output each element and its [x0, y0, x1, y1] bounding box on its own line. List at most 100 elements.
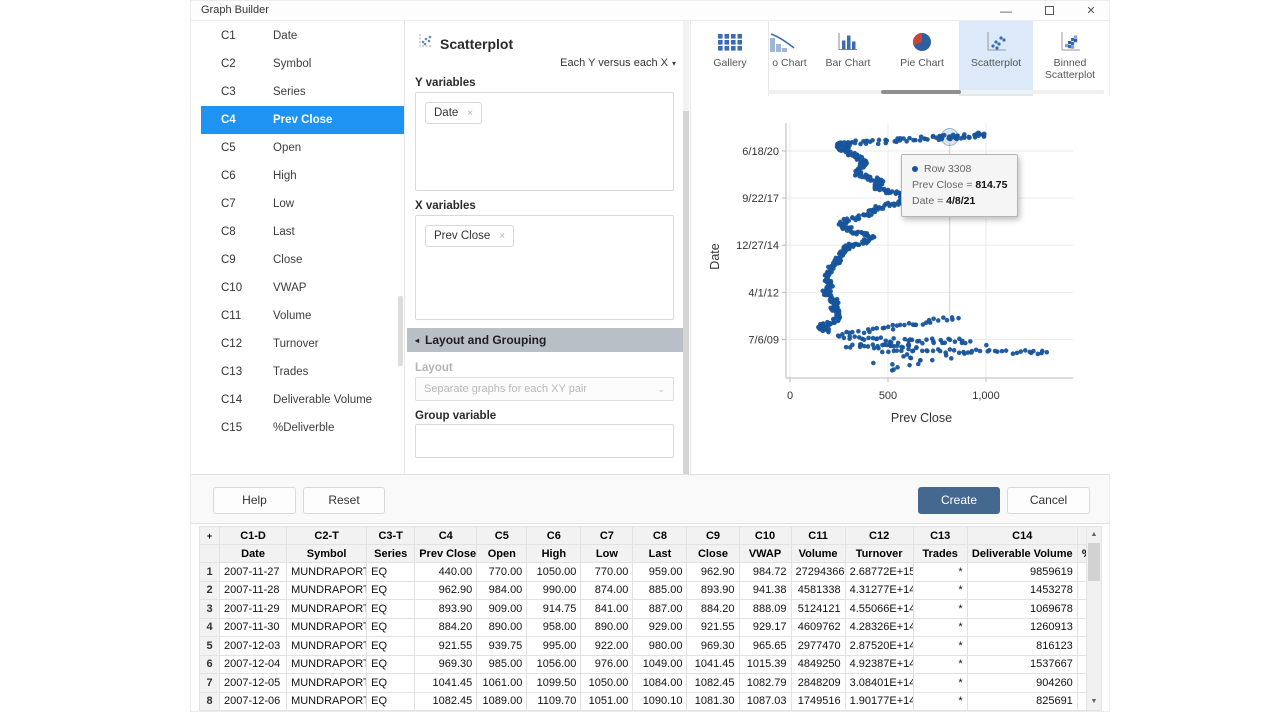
- worksheet-cell[interactable]: 1082.45: [687, 674, 739, 693]
- worksheet-cell[interactable]: EQ: [367, 581, 415, 600]
- worksheet-cell[interactable]: [1077, 618, 1086, 637]
- restore-button[interactable]: [1040, 2, 1058, 20]
- worksheet-cell[interactable]: *: [913, 655, 967, 674]
- row-number[interactable]: 4: [200, 618, 220, 637]
- column-header-name[interactable]: Date: [220, 545, 287, 563]
- worksheet-cell[interactable]: 1041.45: [687, 655, 739, 674]
- group-variable-box[interactable]: [415, 424, 674, 458]
- column-header-name[interactable]: Low: [581, 545, 633, 563]
- worksheet-cell[interactable]: 4849250: [791, 655, 845, 674]
- remove-chip-icon[interactable]: ×: [499, 231, 505, 242]
- y-variables-box[interactable]: Date×: [415, 92, 674, 191]
- column-header-name[interactable]: %D: [1077, 545, 1086, 563]
- worksheet-cell[interactable]: [1077, 692, 1086, 711]
- worksheet-cell[interactable]: *: [913, 600, 967, 619]
- worksheet-cell[interactable]: 1084.00: [633, 674, 687, 693]
- worksheet-scrollbar-thumb[interactable]: [1088, 543, 1100, 581]
- column-header-id[interactable]: C9: [687, 527, 739, 545]
- variable-chip-prev-close[interactable]: Prev Close×: [425, 225, 514, 247]
- reset-button[interactable]: Reset: [303, 487, 385, 514]
- worksheet-cell[interactable]: 1082.79: [739, 674, 791, 693]
- column-item-c15[interactable]: C15%Deliverble: [201, 414, 404, 442]
- worksheet-cell[interactable]: [1077, 637, 1086, 656]
- worksheet-cell[interactable]: 2007-11-28: [220, 581, 287, 600]
- worksheet-cell[interactable]: 914.75: [527, 600, 581, 619]
- worksheet-cell[interactable]: 980.00: [633, 637, 687, 656]
- worksheet-cell[interactable]: 939.75: [477, 637, 527, 656]
- worksheet-cell[interactable]: MUNDRAPORT: [287, 600, 367, 619]
- column-header-id[interactable]: C13: [913, 527, 967, 545]
- column-header-id[interactable]: C12: [845, 527, 913, 545]
- worksheet-cell[interactable]: 962.90: [415, 581, 477, 600]
- column-item-c7[interactable]: C7Low: [201, 190, 404, 218]
- worksheet-cell[interactable]: *: [913, 692, 967, 711]
- worksheet-cell[interactable]: [1077, 600, 1086, 619]
- column-item-c10[interactable]: C10VWAP: [201, 274, 404, 302]
- worksheet-cell[interactable]: 770.00: [477, 563, 527, 582]
- worksheet-cell[interactable]: *: [913, 618, 967, 637]
- row-number[interactable]: 3: [200, 600, 220, 619]
- worksheet-cell[interactable]: 1050.00: [527, 563, 581, 582]
- column-header-id[interactable]: C5: [477, 527, 527, 545]
- worksheet-cell[interactable]: 1056.00: [527, 655, 581, 674]
- worksheet-cell[interactable]: 1260913: [967, 618, 1077, 637]
- column-header-id[interactable]: C7: [581, 527, 633, 545]
- gallery-item-bar-chart[interactable]: Bar Chart: [811, 21, 885, 96]
- gallery-item-scatterplot[interactable]: Scatterplot: [959, 21, 1033, 96]
- worksheet-cell[interactable]: 893.90: [415, 600, 477, 619]
- worksheet-cell[interactable]: 1453278: [967, 581, 1077, 600]
- gallery-scrollbar[interactable]: [768, 90, 1104, 94]
- column-item-c6[interactable]: C6High: [201, 162, 404, 190]
- worksheet-cell[interactable]: 958.00: [527, 618, 581, 637]
- worksheet-cell[interactable]: 1051.00: [581, 692, 633, 711]
- worksheet-cell[interactable]: MUNDRAPORT: [287, 581, 367, 600]
- worksheet-scrollbar[interactable]: ▲ ▼: [1086, 526, 1102, 711]
- gallery-item-gallery[interactable]: Gallery: [693, 21, 767, 96]
- column-header-name[interactable]: High: [527, 545, 581, 563]
- worksheet-cell[interactable]: 4.92387E+14: [845, 655, 913, 674]
- worksheet-cell[interactable]: 2007-12-06: [220, 692, 287, 711]
- worksheet-cell[interactable]: 890.00: [477, 618, 527, 637]
- column-header-id[interactable]: [1077, 527, 1086, 545]
- close-button[interactable]: ✕: [1082, 2, 1100, 20]
- column-header-id[interactable]: C2-T: [287, 527, 367, 545]
- worksheet-cell[interactable]: 922.00: [581, 637, 633, 656]
- worksheet-cell[interactable]: 984.72: [739, 563, 791, 582]
- worksheet-cell[interactable]: 909.00: [477, 600, 527, 619]
- worksheet-cell[interactable]: 27294366: [791, 563, 845, 582]
- worksheet-cell[interactable]: EQ: [367, 637, 415, 656]
- worksheet-cell[interactable]: 1041.45: [415, 674, 477, 693]
- column-header-id[interactable]: C10: [739, 527, 791, 545]
- worksheet-cell[interactable]: 440.00: [415, 563, 477, 582]
- worksheet-cell[interactable]: 2977470: [791, 637, 845, 656]
- worksheet-cell[interactable]: EQ: [367, 692, 415, 711]
- worksheet-cell[interactable]: EQ: [367, 618, 415, 637]
- gallery-item-pareto-chart[interactable]: o Chart: [768, 21, 811, 96]
- worksheet-cell[interactable]: 4.55066E+14: [845, 600, 913, 619]
- worksheet-cell[interactable]: 2.87520E+14: [845, 637, 913, 656]
- help-button[interactable]: Help: [213, 487, 296, 514]
- worksheet-cell[interactable]: 885.00: [633, 581, 687, 600]
- worksheet-cell[interactable]: 1.90177E+14: [845, 692, 913, 711]
- panel-scrollbar[interactable]: [683, 21, 689, 473]
- scroll-up-icon[interactable]: ▲: [1087, 528, 1101, 542]
- column-header-name[interactable]: Open: [477, 545, 527, 563]
- column-header-name[interactable]: Volume: [791, 545, 845, 563]
- cancel-button[interactable]: Cancel: [1007, 487, 1090, 514]
- column-item-c8[interactable]: C8Last: [201, 218, 404, 246]
- worksheet-cell[interactable]: 1087.03: [739, 692, 791, 711]
- worksheet-cell[interactable]: MUNDRAPORT: [287, 692, 367, 711]
- worksheet-cell[interactable]: 2007-11-30: [220, 618, 287, 637]
- worksheet-cell[interactable]: *: [913, 674, 967, 693]
- worksheet-cell[interactable]: 921.55: [687, 618, 739, 637]
- worksheet-cell[interactable]: 2.68772E+15: [845, 563, 913, 582]
- worksheet-cell[interactable]: 1050.00: [581, 674, 633, 693]
- layout-select[interactable]: Separate graphs for each XY pair⌄: [415, 377, 674, 401]
- worksheet-cell[interactable]: MUNDRAPORT: [287, 655, 367, 674]
- worksheet-cell[interactable]: *: [913, 637, 967, 656]
- worksheet-cell[interactable]: *: [913, 563, 967, 582]
- worksheet-cell[interactable]: 3.08401E+14: [845, 674, 913, 693]
- column-header-name[interactable]: Trades: [913, 545, 967, 563]
- column-header-id[interactable]: C14: [967, 527, 1077, 545]
- row-number[interactable]: 1: [200, 563, 220, 582]
